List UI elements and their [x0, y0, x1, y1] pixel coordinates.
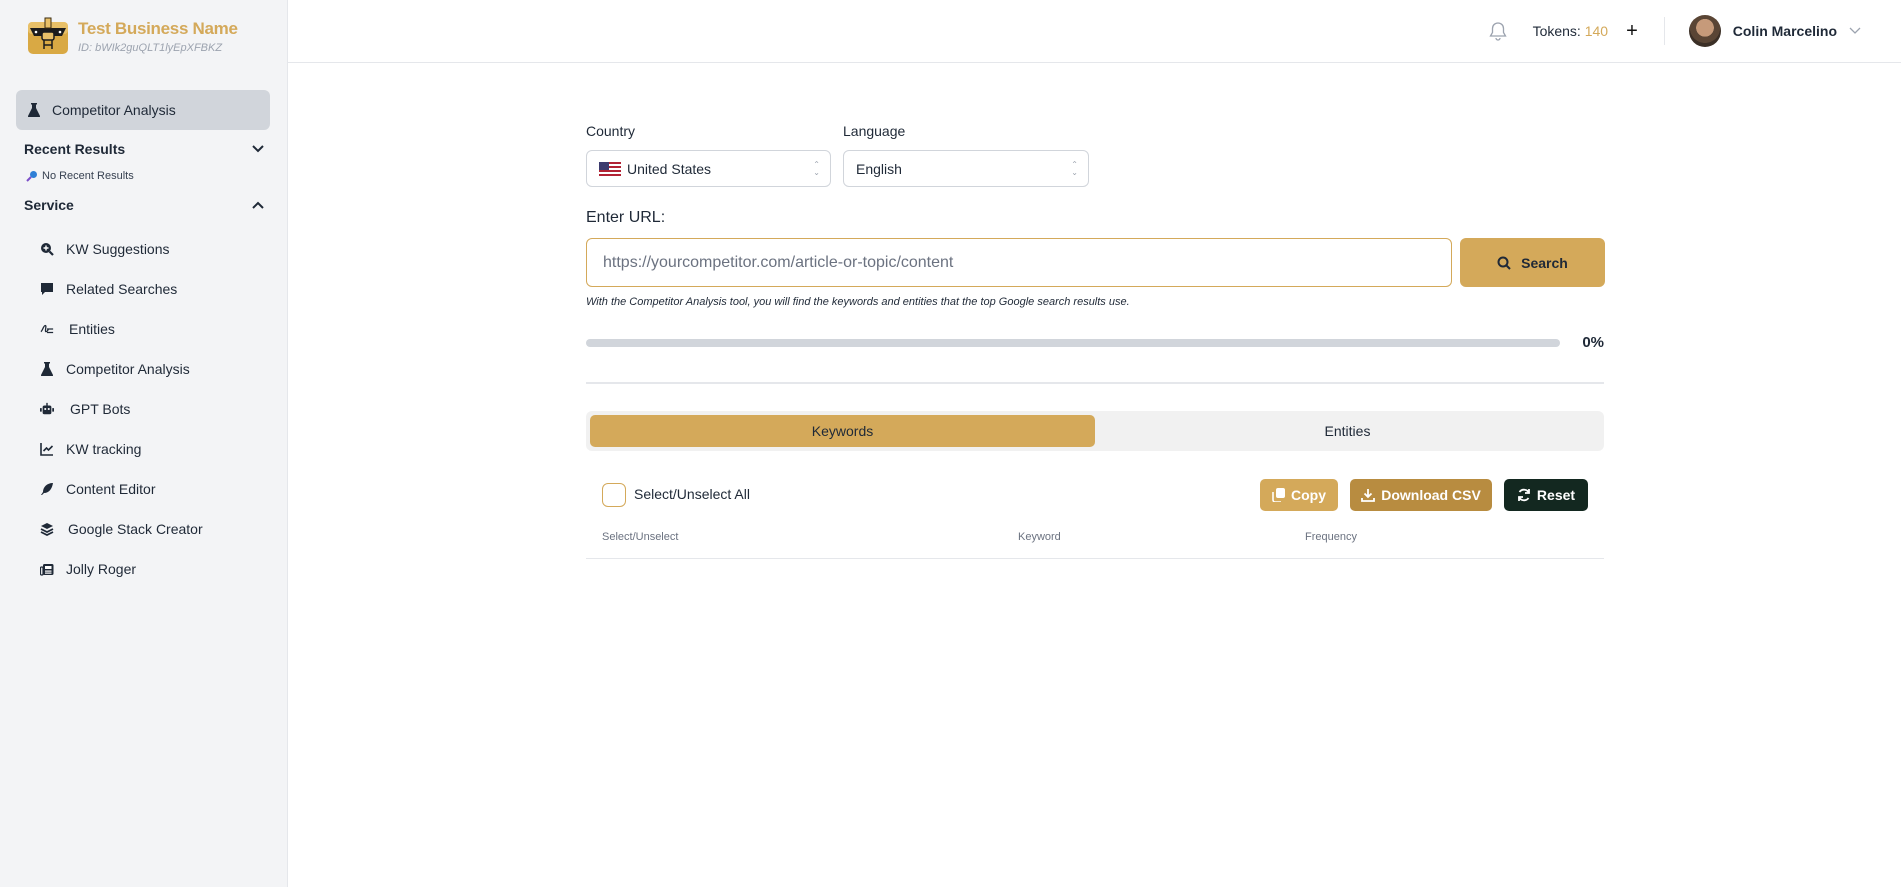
updown-chevron-icon: ⌃ ⌄ [1071, 160, 1078, 177]
business-name: Test Business Name [78, 18, 238, 38]
sidebar-item-gpt-bots[interactable]: GPT Bots [40, 401, 130, 417]
active-item-label: Competitor Analysis [52, 102, 176, 118]
sidebar-item-jolly-roger[interactable]: Jolly Roger [40, 561, 136, 577]
sidebar-active-competitor-analysis[interactable]: Competitor Analysis [16, 90, 270, 130]
recent-results-toggle[interactable]: Recent Results [24, 141, 264, 157]
key-icon [26, 171, 37, 182]
sidebar-item-entities[interactable]: Entities [40, 321, 115, 337]
search-plus-icon [40, 242, 54, 256]
recent-results-label: Recent Results [24, 141, 126, 157]
sidebar-item-content-editor[interactable]: Content Editor [40, 481, 156, 497]
header-divider [1663, 17, 1665, 45]
tokens-value: 140 [1584, 23, 1609, 39]
country-label: Country [586, 123, 636, 139]
country-select[interactable]: United States ⌃ ⌄ [586, 150, 831, 187]
refresh-icon [1518, 488, 1530, 502]
table-header-divider [586, 558, 1604, 559]
tool-hint: With the Competitor Analysis tool, you w… [586, 296, 1130, 308]
select-all-label[interactable]: Select/Unselect All [634, 486, 750, 502]
copy-button[interactable]: Copy [1260, 479, 1338, 511]
column-header-keyword[interactable]: Keyword [1018, 531, 1061, 543]
top-header: Tokens: 140 + Colin Marcelino [288, 0, 1901, 63]
sidebar-item-kw-tracking[interactable]: KW tracking [40, 441, 141, 457]
us-flag-icon [599, 161, 621, 176]
brand[interactable]: Test Business Name ID: bWIk2guQLT1lyEpXF… [26, 16, 238, 56]
feather-icon [40, 482, 54, 496]
search-icon [1497, 256, 1511, 270]
column-header-frequency[interactable]: Frequency [1305, 531, 1357, 543]
column-header-select: Select/Unselect [602, 531, 679, 543]
copy-icon [1272, 488, 1285, 502]
url-input[interactable] [586, 238, 1452, 287]
flask-icon [26, 103, 42, 117]
search-button[interactable]: Search [1460, 238, 1605, 287]
tokens-display: Tokens: 140 [1532, 23, 1609, 39]
bell-icon[interactable] [1488, 21, 1507, 41]
add-tokens-button[interactable]: + [1626, 20, 1638, 43]
sidebar-item-google-stack-creator[interactable]: Google Stack Creator [40, 521, 203, 537]
progress-bar [586, 339, 1560, 347]
no-recent-results: No Recent Results [26, 170, 134, 182]
signature-icon [40, 322, 54, 336]
url-label: Enter URL: [586, 209, 666, 226]
chevron-down-icon[interactable] [1849, 27, 1861, 35]
result-tabs: Keywords Entities [586, 411, 1604, 451]
service-toggle[interactable]: Service [24, 197, 264, 213]
treasure-chest-logo-icon [28, 17, 68, 54]
tab-keywords[interactable]: Keywords [590, 415, 1095, 447]
sidebar-item-kw-suggestions[interactable]: KW Suggestions [40, 241, 170, 257]
flask-icon [40, 362, 54, 376]
service-label: Service [24, 197, 74, 213]
newspaper-icon [40, 562, 54, 576]
select-all-checkbox[interactable] [602, 483, 626, 507]
updown-chevron-icon: ⌃ ⌄ [813, 160, 820, 177]
download-csv-button[interactable]: Download CSV [1350, 479, 1492, 511]
tab-entities[interactable]: Entities [1095, 415, 1600, 447]
avatar[interactable] [1688, 15, 1721, 47]
sidebar: Test Business Name ID: bWIk2guQLT1lyEpXF… [0, 0, 288, 887]
section-divider [586, 382, 1604, 384]
chevron-up-icon [252, 201, 264, 209]
reset-button[interactable]: Reset [1504, 479, 1588, 511]
chart-line-icon [40, 442, 54, 456]
user-name[interactable]: Colin Marcelino [1733, 23, 1837, 39]
progress-percent: 0% [1582, 334, 1604, 351]
robot-icon [40, 402, 54, 416]
comment-icon [40, 282, 54, 296]
sidebar-item-competitor-analysis[interactable]: Competitor Analysis [40, 361, 190, 377]
chevron-down-icon [252, 145, 264, 153]
sidebar-item-related-searches[interactable]: Related Searches [40, 281, 177, 297]
layers-icon [40, 522, 54, 536]
language-label: Language [843, 123, 906, 139]
business-id: ID: bWIk2guQLT1lyEpXFBKZ [78, 41, 223, 54]
download-icon [1361, 489, 1376, 502]
language-select[interactable]: English ⌃ ⌄ [843, 150, 1089, 187]
